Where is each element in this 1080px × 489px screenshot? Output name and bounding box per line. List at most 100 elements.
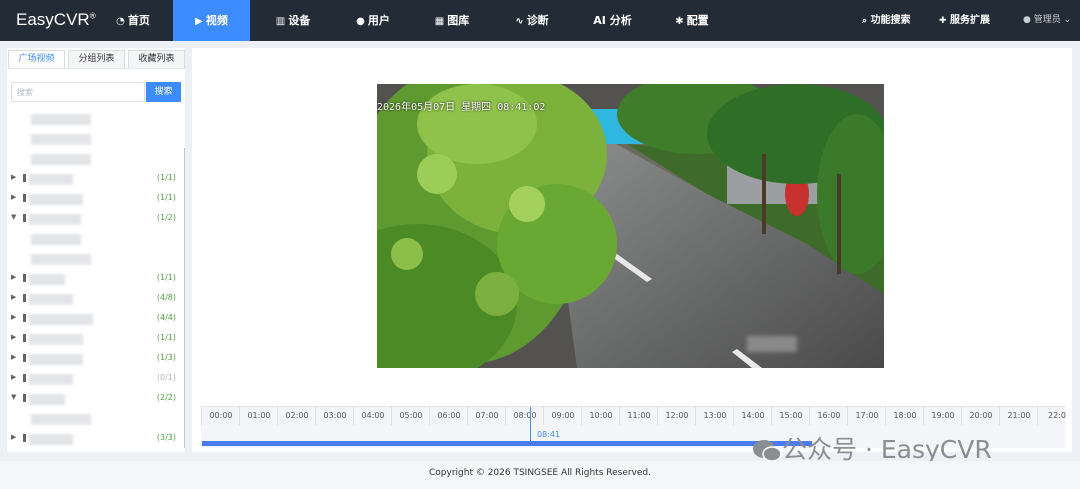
timeline-tick: 22:0 xyxy=(1037,407,1075,425)
copyright: Copyright © 2026 TSINGSEE All Rights Res… xyxy=(429,468,651,478)
redacted-name xyxy=(29,354,83,365)
top-navbar: EasyCVR® ◔ 首页 ▶ 视频 ▥ 设备 ● 用户 ▦ 图库 ∿ 诊断 AI 分析 ✱… xyxy=(0,0,1080,41)
tree-device-row[interactable]: ▶ (4/4) xyxy=(7,312,183,326)
redacted-name xyxy=(31,114,91,125)
caret-down-icon[interactable]: ▼ xyxy=(11,393,16,401)
user-menu[interactable]: ● 管理员 ⌄ xyxy=(1023,0,1071,41)
tick-label: 14:00 xyxy=(741,411,765,420)
timeline-cursor[interactable] xyxy=(530,407,531,443)
caret-right-icon[interactable]: ▶ xyxy=(11,433,16,441)
device-icon xyxy=(23,294,26,302)
scrollbar[interactable] xyxy=(184,148,185,448)
timeline-tick: 16:00 xyxy=(809,407,847,425)
timeline-tick: 11:00 xyxy=(619,407,657,425)
timeline-tick: 12:00 xyxy=(657,407,695,425)
device-icon xyxy=(23,394,26,402)
gear-icon: ✱ xyxy=(675,16,684,27)
redacted-name xyxy=(29,194,83,205)
caret-right-icon[interactable]: ▶ xyxy=(11,373,16,381)
online-count: (3/3) xyxy=(156,433,176,442)
tab-favorites[interactable]: 收藏列表 xyxy=(128,50,185,69)
online-count: (4/4) xyxy=(156,313,176,322)
tick-label: 19:00 xyxy=(931,411,955,420)
redacted-name xyxy=(31,254,91,265)
caret-right-icon[interactable]: ▶ xyxy=(11,313,16,321)
tree-device-row[interactable]: ▶ (4/8) xyxy=(7,292,183,306)
tick-label: 13:00 xyxy=(703,411,727,420)
nav-ai-analysis[interactable]: AI 分析 xyxy=(585,0,640,41)
feature-search[interactable]: ⌕ 功能搜索 xyxy=(862,0,911,41)
tree-channel-row[interactable] xyxy=(7,252,183,266)
tree-device-row[interactable]: ▼ (2/2) xyxy=(7,392,183,406)
recording-bar[interactable] xyxy=(202,441,812,446)
redacted-name xyxy=(31,414,91,425)
redacted-name xyxy=(29,174,73,185)
redacted-name xyxy=(29,314,93,325)
tick-label: 11:00 xyxy=(627,411,651,420)
tick-label: 07:00 xyxy=(475,411,499,420)
device-icon xyxy=(23,174,26,182)
tree-device-row[interactable]: ▶ (1/1) xyxy=(7,332,183,346)
tree-channel-row[interactable] xyxy=(7,132,183,146)
nav-device[interactable]: ▥ 设备 xyxy=(268,0,318,41)
device-icon: ▥ xyxy=(275,16,286,27)
tree-device-row[interactable]: ▶ (1/1) xyxy=(7,272,183,286)
play-circle-icon: ▶ xyxy=(195,16,203,27)
tree-device-row[interactable]: ▶ (3/3) xyxy=(7,432,183,446)
nav-user[interactable]: ● 用户 xyxy=(348,0,398,41)
tab-divider xyxy=(7,68,185,69)
online-count: (1/1) xyxy=(156,193,176,202)
caret-right-icon[interactable]: ▶ xyxy=(11,173,16,181)
tree-device-row[interactable]: ▶ (1/1) xyxy=(7,192,183,206)
tab-group-list[interactable]: 分组列表 xyxy=(68,50,125,69)
tick-label: 20:00 xyxy=(969,411,993,420)
service-extend[interactable]: ✚ 服务扩展 xyxy=(939,0,990,41)
tree-channel-row[interactable] xyxy=(7,412,183,426)
tree-device-row[interactable]: ▶ (0/1) xyxy=(7,372,183,386)
search-button[interactable]: 搜索 xyxy=(146,82,181,102)
redacted-name xyxy=(31,134,91,145)
tick-label: 09:00 xyxy=(551,411,575,420)
timeline-tick: 01:00 xyxy=(239,407,277,425)
brand-logo[interactable]: EasyCVR® xyxy=(16,10,96,30)
user-icon: ● xyxy=(356,16,365,27)
sidebar: 广场视频 分组列表 收藏列表 搜索 ▶ (1/1) ▶ (1/1) ▼ (1/2) ▶ (1/… xyxy=(7,48,185,452)
tab-plaza-video[interactable]: 广场视频 xyxy=(8,50,65,69)
caret-down-icon[interactable]: ▼ xyxy=(11,213,16,221)
tree-device-row[interactable]: ▶ (1/1) xyxy=(7,172,183,186)
device-icon xyxy=(23,274,26,282)
tree-channel-row[interactable] xyxy=(7,112,183,126)
nav-config[interactable]: ✱ 配置 xyxy=(667,0,717,41)
timeline-tick: 00:00 xyxy=(201,407,239,425)
caret-right-icon[interactable]: ▶ xyxy=(11,293,16,301)
online-count: (2/2) xyxy=(156,393,176,402)
tree-device-row[interactable]: ▼ (1/2) xyxy=(7,212,183,226)
caret-right-icon[interactable]: ▶ xyxy=(11,273,16,281)
search-input[interactable] xyxy=(11,82,145,102)
nav-gallery[interactable]: ▦ 图库 xyxy=(427,0,477,41)
gallery-icon: ▦ xyxy=(434,16,445,27)
tick-label: 21:00 xyxy=(1007,411,1031,420)
nav-diagnose[interactable]: ∿ 诊断 xyxy=(507,0,557,41)
cursor-time: 08:41 xyxy=(537,430,561,439)
online-count: (1/1) xyxy=(156,333,176,342)
caret-right-icon[interactable]: ▶ xyxy=(11,333,16,341)
tree-channel-row[interactable] xyxy=(7,232,183,246)
caret-right-icon[interactable]: ▶ xyxy=(11,353,16,361)
timeline-tick: 09:00 xyxy=(543,407,581,425)
online-count: (0/1) xyxy=(156,373,176,382)
timeline-tick: 21:00 xyxy=(999,407,1037,425)
chevron-down-icon: ⌄ xyxy=(1063,15,1072,25)
tree-device-row[interactable]: ▶ (1/3) xyxy=(7,352,183,366)
timeline-tick: 19:00 xyxy=(923,407,961,425)
avatar-icon: ● xyxy=(1023,15,1031,25)
nav-video[interactable]: ▶ 视频 xyxy=(173,0,250,41)
timeline-tick: 02:00 xyxy=(277,407,315,425)
nav-home[interactable]: ◔ 首页 xyxy=(108,0,158,41)
caret-right-icon[interactable]: ▶ xyxy=(11,193,16,201)
device-icon xyxy=(23,434,26,442)
timeline-tick: 10:00 xyxy=(581,407,619,425)
video-player[interactable]: 2026年05月07日 星期四 08:41:02 xyxy=(377,84,884,368)
pulse-icon: ∿ xyxy=(515,16,524,27)
tree-channel-row[interactable] xyxy=(7,152,183,166)
